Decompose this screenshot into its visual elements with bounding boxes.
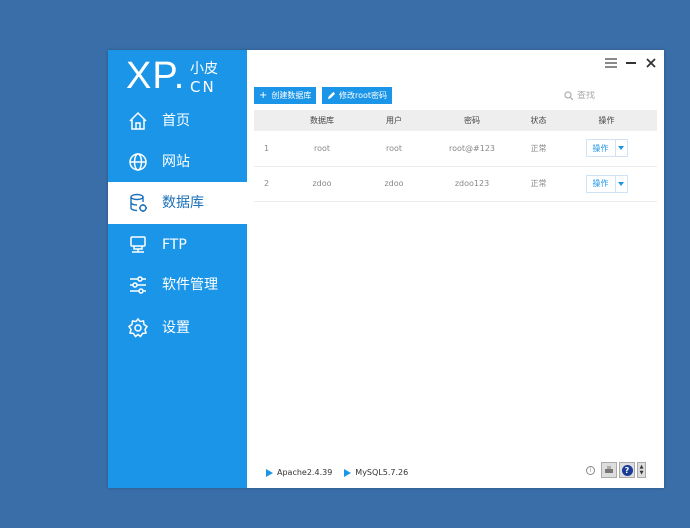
service-name: MySQL5.7.26	[355, 468, 409, 477]
action-button-group: 操作	[585, 139, 628, 158]
table-row: 1 root root root@#123 正常 操作	[254, 131, 657, 166]
service-status-bar: Apache2.4.39 MySQL5.7.26	[266, 468, 408, 477]
logo-sub-top: 小皮	[190, 61, 218, 77]
plus-icon: +	[259, 89, 268, 101]
globe-icon	[129, 153, 147, 171]
play-icon	[266, 468, 273, 477]
search-icon	[564, 91, 574, 101]
search-box	[518, 87, 658, 105]
row-database: root	[313, 143, 331, 153]
sidebar-item-website[interactable]: 网站	[108, 141, 247, 183]
sidebar-item-label: 网站	[162, 154, 190, 170]
close-icon	[646, 58, 656, 68]
column-header-status: 状态	[530, 116, 547, 125]
pencil-icon	[327, 91, 336, 100]
play-icon	[344, 468, 352, 477]
tool-button[interactable]	[601, 462, 617, 478]
sidebar-item-label: 首页	[162, 113, 190, 129]
sidebar-item-label: 数据库	[162, 195, 204, 211]
sidebar-item-database[interactable]: 数据库	[108, 182, 247, 224]
row-action-cell: 操作	[556, 131, 657, 166]
table-row: 2 zdoo zdoo zdoo123 正常 操作	[254, 166, 657, 201]
column-header-user: 用户	[386, 116, 402, 125]
sidebar: XP. 小皮 CN 首页 网站 数据库 FTP 软件管理 设置	[108, 50, 247, 488]
action-button-group: 操作	[585, 174, 628, 193]
menu-button[interactable]	[604, 56, 618, 70]
phpstudy-window: XP. 小皮 CN 首页 网站 数据库 FTP 软件管理 设置 + 创建数据库 …	[108, 50, 664, 488]
sidebar-item-home[interactable]: 首页	[108, 100, 247, 142]
service-mysql[interactable]: MySQL5.7.26	[344, 468, 408, 477]
row-index: 2	[264, 179, 270, 188]
create-database-label: 创建数据库	[271, 91, 312, 100]
help-icon: ?	[621, 464, 633, 476]
logo-main: XP.	[126, 55, 186, 97]
sidebar-item-label: 设置	[162, 320, 190, 336]
action-button[interactable]: 操作	[587, 140, 615, 156]
caret-down-icon	[618, 181, 624, 186]
gear-icon	[127, 317, 149, 338]
caret-down-icon	[618, 146, 624, 151]
search-input[interactable]	[577, 91, 647, 101]
logo-sub-bottom: CN	[190, 78, 216, 96]
sidebar-item-label: 软件管理	[162, 277, 218, 293]
row-status: 正常	[530, 143, 547, 153]
action-dropdown-button[interactable]	[614, 140, 627, 157]
chevron-down-icon: ▼	[639, 470, 644, 476]
change-root-password-label: 修改root密码	[339, 91, 388, 100]
row-database: zdoo	[312, 179, 332, 188]
printer-icon	[605, 466, 613, 473]
info-icon[interactable]: i	[586, 465, 595, 475]
close-button[interactable]	[644, 56, 658, 70]
column-header-action: 操作	[598, 116, 615, 125]
action-button[interactable]: 操作	[587, 176, 615, 192]
column-header-password: 密码	[464, 116, 480, 125]
action-dropdown-button[interactable]	[614, 175, 627, 192]
row-password: root@#123	[448, 143, 495, 153]
row-status: 正常	[530, 179, 547, 188]
row-password: zdoo123	[454, 179, 490, 188]
column-header-database: 数据库	[310, 116, 334, 125]
minimize-button[interactable]	[624, 56, 638, 70]
service-name: Apache2.4.39	[277, 468, 333, 477]
row-user: zdoo	[384, 179, 404, 188]
database-icon	[130, 193, 147, 212]
hamburger-icon	[605, 58, 617, 68]
create-database-button[interactable]: + 创建数据库	[254, 87, 317, 104]
sidebar-item-ftp[interactable]: FTP	[108, 224, 247, 266]
sidebar-item-software[interactable]: 软件管理	[108, 264, 247, 306]
spin-control[interactable]: ▲ ▼	[637, 462, 646, 478]
home-icon	[129, 111, 147, 130]
change-root-password-button[interactable]: 修改root密码	[322, 87, 393, 104]
row-user: root	[385, 143, 403, 153]
sliders-icon	[130, 276, 146, 294]
table-header-row: 数据库 用户 密码 状态 操作	[254, 110, 657, 131]
window-controls	[604, 56, 658, 70]
ftp-server-icon	[130, 236, 146, 253]
column-header-index	[254, 110, 279, 131]
row-action-cell: 操作	[556, 166, 657, 201]
sidebar-item-label: FTP	[162, 237, 187, 253]
minimize-icon	[626, 62, 636, 64]
service-apache[interactable]: Apache2.4.39	[266, 468, 332, 477]
row-index: 1	[264, 143, 270, 153]
sidebar-item-settings[interactable]: 设置	[108, 307, 247, 349]
help-button[interactable]: ?	[619, 462, 635, 478]
tray-icons: i ? ▲ ▼	[586, 462, 646, 478]
database-table: 数据库 用户 密码 状态 操作 1 root root root@#123 正常…	[254, 110, 657, 202]
